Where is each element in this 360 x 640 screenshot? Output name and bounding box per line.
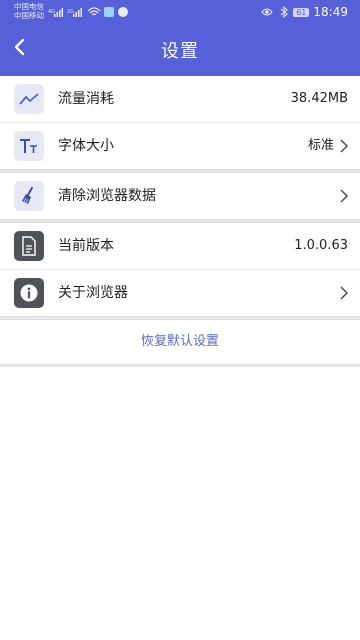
setting-row-traffic[interactable]: 流量消耗 38.42MB [0,76,360,122]
chevron-right-icon [340,139,348,153]
battery-level: 61 [293,7,310,17]
broom-icon [14,181,44,211]
setting-value-font-size: 标准 [307,138,334,153]
setting-row-about[interactable]: 关于浏览器 [0,270,360,316]
setting-label-clear-data: 清除浏览器数据 [58,188,156,204]
status-right: 61 18:49 [261,5,348,19]
section-gap [0,364,360,367]
setting-label-about: 关于浏览器 [58,285,128,301]
setting-row-version: 当前版本 1.0.0.63 [0,223,360,269]
setting-row-font-size[interactable]: 字体大小 标准 [0,123,360,169]
info-icon [14,278,44,308]
setting-label-font-size: 字体大小 [58,138,114,154]
bluetooth-icon [280,6,288,18]
chevron-right-icon [340,189,348,203]
setting-row-clear-data[interactable]: 清除浏览器数据 [0,173,360,219]
setting-value-traffic: 38.42MB [290,91,348,106]
carrier-1: 中国电信 [14,2,44,11]
app-header: 中国电信 中国移动 4G 2G 61 18:49 设置 [0,0,360,76]
status-bar: 中国电信 中国移动 4G 2G 61 18:49 [0,0,360,24]
setting-value-version: 1.0.0.63 [294,238,348,253]
document-icon [14,231,44,261]
chevron-right-icon [340,286,348,300]
carrier-labels: 中国电信 中国移动 [14,2,50,20]
setting-label-version: 当前版本 [58,238,114,254]
carrier-2: 中国移动 [14,11,44,20]
signal-wifi-icons: 4G 2G [48,7,128,17]
text-size-icon [14,131,44,161]
restore-defaults-button[interactable]: 恢复默认设置 [0,320,360,364]
status-time: 18:49 [313,5,348,19]
setting-label-traffic: 流量消耗 [58,91,114,107]
eye-icon [261,8,273,16]
trend-line-icon [14,84,44,114]
settings-list: 流量消耗 38.42MB 字体大小 标准 清除浏览器数据 当前版本 1.0.0.… [0,76,360,367]
page-title: 设置 [161,41,199,62]
